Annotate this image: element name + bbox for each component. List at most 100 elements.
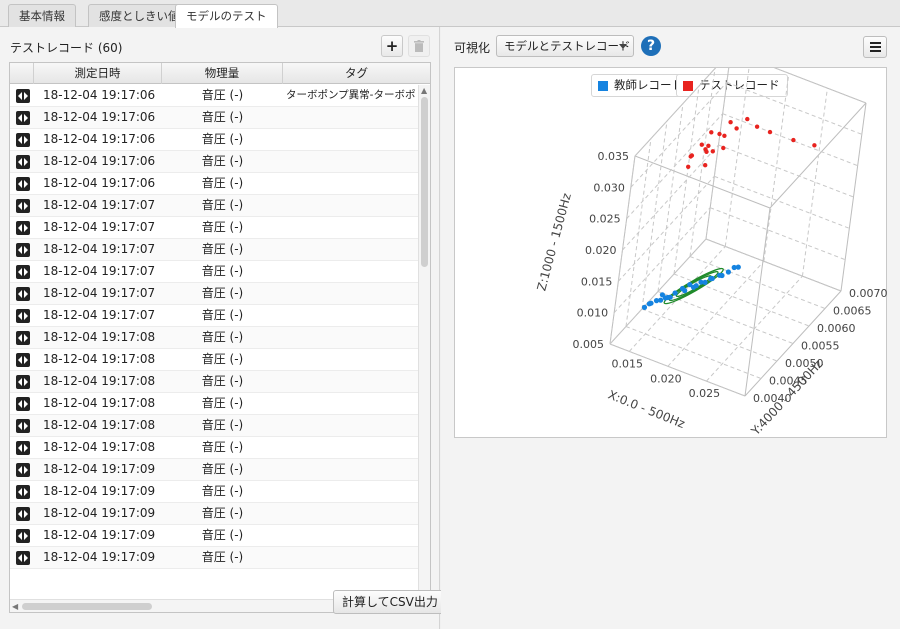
table-row[interactable]: 18-12-04 19:17:08 音圧 (-) [10,327,418,349]
expand-row-icon[interactable] [16,177,30,191]
test-record-point[interactable] [767,129,773,135]
teacher-record-point[interactable] [672,290,678,296]
teacher-record-point[interactable] [665,294,671,301]
table-row[interactable]: 18-12-04 19:17:09 音圧 (-) [10,459,418,481]
test-record-point[interactable] [722,133,727,138]
delete-record-button[interactable] [408,35,430,57]
teacher-record-point[interactable] [682,288,688,294]
teacher-record-point[interactable] [702,279,708,285]
tab-basic-info[interactable]: 基本情報 [8,4,76,27]
expand-row-icon[interactable] [16,529,30,543]
test-record-point[interactable] [734,126,739,131]
expand-row-icon[interactable] [16,507,30,521]
teacher-record-point[interactable] [653,298,660,304]
expand-row-icon[interactable] [16,265,30,279]
test-record-point[interactable] [703,147,708,152]
test-record-point[interactable] [706,143,711,148]
tick-label: 0.020 [585,244,617,257]
expand-row-icon[interactable] [16,111,30,125]
calculate-csv-export-button[interactable]: 計算してCSV出力 [333,590,447,614]
expand-row-icon[interactable] [16,309,30,323]
header-tag[interactable]: タグ [283,63,430,84]
scroll-up-arrow[interactable]: ▲ [421,86,427,96]
test-record-point[interactable] [689,153,695,158]
test-record-point[interactable] [812,143,817,148]
scroll-left-arrow[interactable]: ◀ [12,602,18,612]
teacher-record-point[interactable] [693,283,699,289]
expand-row-icon[interactable] [16,441,30,455]
table-row[interactable]: 18-12-04 19:17:07 音圧 (-) [10,217,418,239]
expand-row-icon[interactable] [16,287,30,301]
table-row[interactable]: 18-12-04 19:17:08 音圧 (-) [10,393,418,415]
table-row[interactable]: 18-12-04 19:17:07 音圧 (-) [10,305,418,327]
cell-tag [286,129,416,150]
expand-row-icon[interactable] [16,463,30,477]
table-row[interactable]: 18-12-04 19:17:07 音圧 (-) [10,261,418,283]
table-row[interactable]: 18-12-04 19:17:09 音圧 (-) [10,503,418,525]
expand-row-icon[interactable] [16,243,30,257]
table-row[interactable]: 18-12-04 19:17:06 音圧 (-) [10,151,418,173]
cell-datetime: 18-12-04 19:17:08 [43,396,156,410]
expand-row-icon[interactable] [16,331,30,345]
header-quantity[interactable]: 物理量 [162,63,283,84]
help-icon[interactable]: ? [641,36,661,56]
cell-tag [286,173,416,194]
expand-row-icon[interactable] [16,155,30,169]
test-record-point[interactable] [728,120,733,125]
table-row[interactable]: 18-12-04 19:17:07 音圧 (-) [10,283,418,305]
table-row[interactable]: 18-12-04 19:17:08 音圧 (-) [10,349,418,371]
table-row[interactable]: 18-12-04 19:17:09 音圧 (-) [10,547,418,569]
expand-row-icon[interactable] [16,133,30,147]
table-row[interactable]: 18-12-04 19:17:06 音圧 (-) [10,107,418,129]
table-row[interactable]: 18-12-04 19:17:08 音圧 (-) [10,437,418,459]
scatter-3d-chart[interactable]: 教師レコード テストレコード 0.005 0.010 0.015 0.020 0.025… [454,67,888,439]
expand-row-icon[interactable] [16,221,30,235]
test-record-point[interactable] [686,164,691,169]
teacher-record-point[interactable] [646,301,652,307]
expand-row-icon[interactable] [16,397,30,411]
expand-row-icon[interactable] [16,485,30,499]
test-record-point[interactable] [717,131,722,137]
expand-row-icon[interactable] [16,375,30,389]
add-record-button[interactable]: + [381,35,403,57]
vertical-scrollbar[interactable]: ▲ ▼ [418,85,430,600]
table-row[interactable]: 18-12-04 19:17:07 音圧 (-) [10,195,418,217]
test-record-point[interactable] [754,124,760,129]
test-record-point[interactable] [721,145,726,151]
tab-model-test[interactable]: モデルのテスト [175,4,278,28]
test-record-point[interactable] [703,163,708,168]
expand-row-icon[interactable] [16,551,30,565]
test-records-panel: テストレコード (60) + 測定日時 物理量 タグ 18-12-04 19:1… [0,27,447,629]
table-row[interactable]: 18-12-04 19:17:06 音圧 (-) [10,129,418,151]
vertical-scroll-thumb[interactable] [421,97,428,267]
chart-menu-button[interactable] [863,36,887,58]
teacher-record-point[interactable] [709,275,715,282]
header-datetime[interactable]: 測定日時 [34,63,162,84]
expand-row-icon[interactable] [16,199,30,213]
box-edge [744,207,771,397]
table-row[interactable]: 18-12-04 19:17:09 音圧 (-) [10,525,418,547]
expand-row-icon[interactable] [16,89,30,103]
teacher-record-point[interactable] [735,264,741,270]
cell-quantity: 音圧 (-) [201,440,244,454]
teacher-record-point[interactable] [719,272,725,279]
test-record-point[interactable] [709,130,714,135]
teacher-record-point[interactable] [725,269,731,275]
horizontal-scroll-thumb[interactable] [22,603,152,610]
test-record-point[interactable] [710,149,715,154]
table-row[interactable]: 18-12-04 19:17:09 音圧 (-) [10,481,418,503]
table-row[interactable]: 18-12-04 19:17:08 音圧 (-) [10,371,418,393]
table-row[interactable]: 18-12-04 19:17:08 音圧 (-) [10,415,418,437]
expand-row-icon[interactable] [16,353,30,367]
table-row[interactable]: 18-12-04 19:17:06 音圧 (-) [10,173,418,195]
visualization-select[interactable]: モデルとテストレコード [496,35,634,57]
cell-datetime: 18-12-04 19:17:07 [43,308,156,322]
teacher-record-point[interactable] [641,304,648,310]
test-record-point[interactable] [745,116,750,122]
test-record-point[interactable] [699,142,704,147]
test-record-point[interactable] [791,137,796,143]
cell-datetime: 18-12-04 19:17:07 [43,242,156,256]
table-row[interactable]: 18-12-04 19:17:06 音圧 (-) ターボポンプ異常-ターボポンプ異 [10,85,418,107]
table-row[interactable]: 18-12-04 19:17:07 音圧 (-) [10,239,418,261]
expand-row-icon[interactable] [16,419,30,433]
